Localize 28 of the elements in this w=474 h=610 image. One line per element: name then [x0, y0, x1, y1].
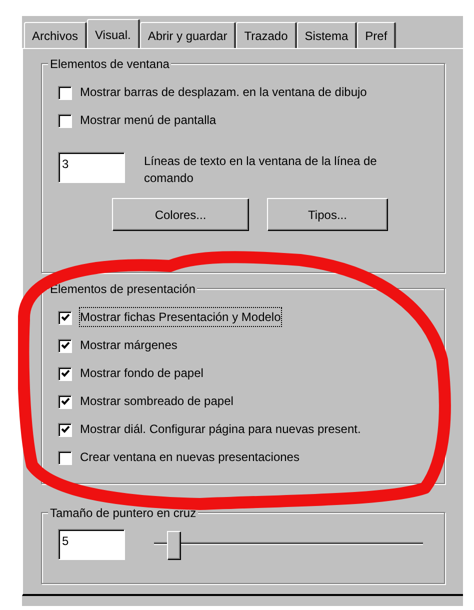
tab[interactable]: Abrir y guardar [140, 22, 236, 48]
checkbox[interactable] [58, 422, 71, 436]
checkbox-label[interactable]: Mostrar barras de desplazam. en la ventana de dibujo [80, 83, 367, 101]
slider-thumb[interactable] [167, 531, 180, 559]
checkbox-label[interactable]: Mostrar diál. Configurar página para nuevas present. [80, 420, 361, 438]
checkbox-label[interactable]: Crear ventana en nuevas presentaciones [80, 448, 300, 466]
checkbox[interactable] [58, 114, 71, 126]
checkbox-label[interactable]: Mostrar fondo de papel [80, 364, 204, 382]
checkbox-label[interactable]: Mostrar menú de pantalla [80, 111, 216, 129]
tab[interactable]: Pref [357, 22, 396, 48]
checkbox[interactable] [58, 86, 71, 98]
dialog-button[interactable]: Tipos... [267, 198, 387, 230]
checkbox[interactable] [58, 338, 71, 352]
input-field[interactable]: 5 [58, 529, 124, 559]
checkbox[interactable] [58, 450, 71, 464]
checkbox-label[interactable]: Mostrar fichas Presentación y Modelo [80, 308, 281, 326]
field-label: Líneas de texto en la ventana de la línea de comando [144, 153, 378, 187]
tab[interactable]: Archivos [24, 22, 88, 48]
checkbox[interactable] [58, 394, 71, 408]
tab[interactable]: Trazado [236, 22, 297, 48]
tab[interactable]: Sistema [296, 22, 358, 48]
input-field[interactable]: 3 [58, 152, 124, 182]
tab[interactable]: Visual. [87, 19, 140, 48]
dialog-button[interactable]: Colores... [112, 198, 248, 230]
checkbox[interactable] [58, 310, 71, 324]
checkbox-label[interactable]: Mostrar márgenes [80, 336, 178, 354]
checkbox[interactable] [58, 366, 71, 380]
checkbox-label[interactable]: Mostrar sombreado de papel [80, 392, 234, 410]
